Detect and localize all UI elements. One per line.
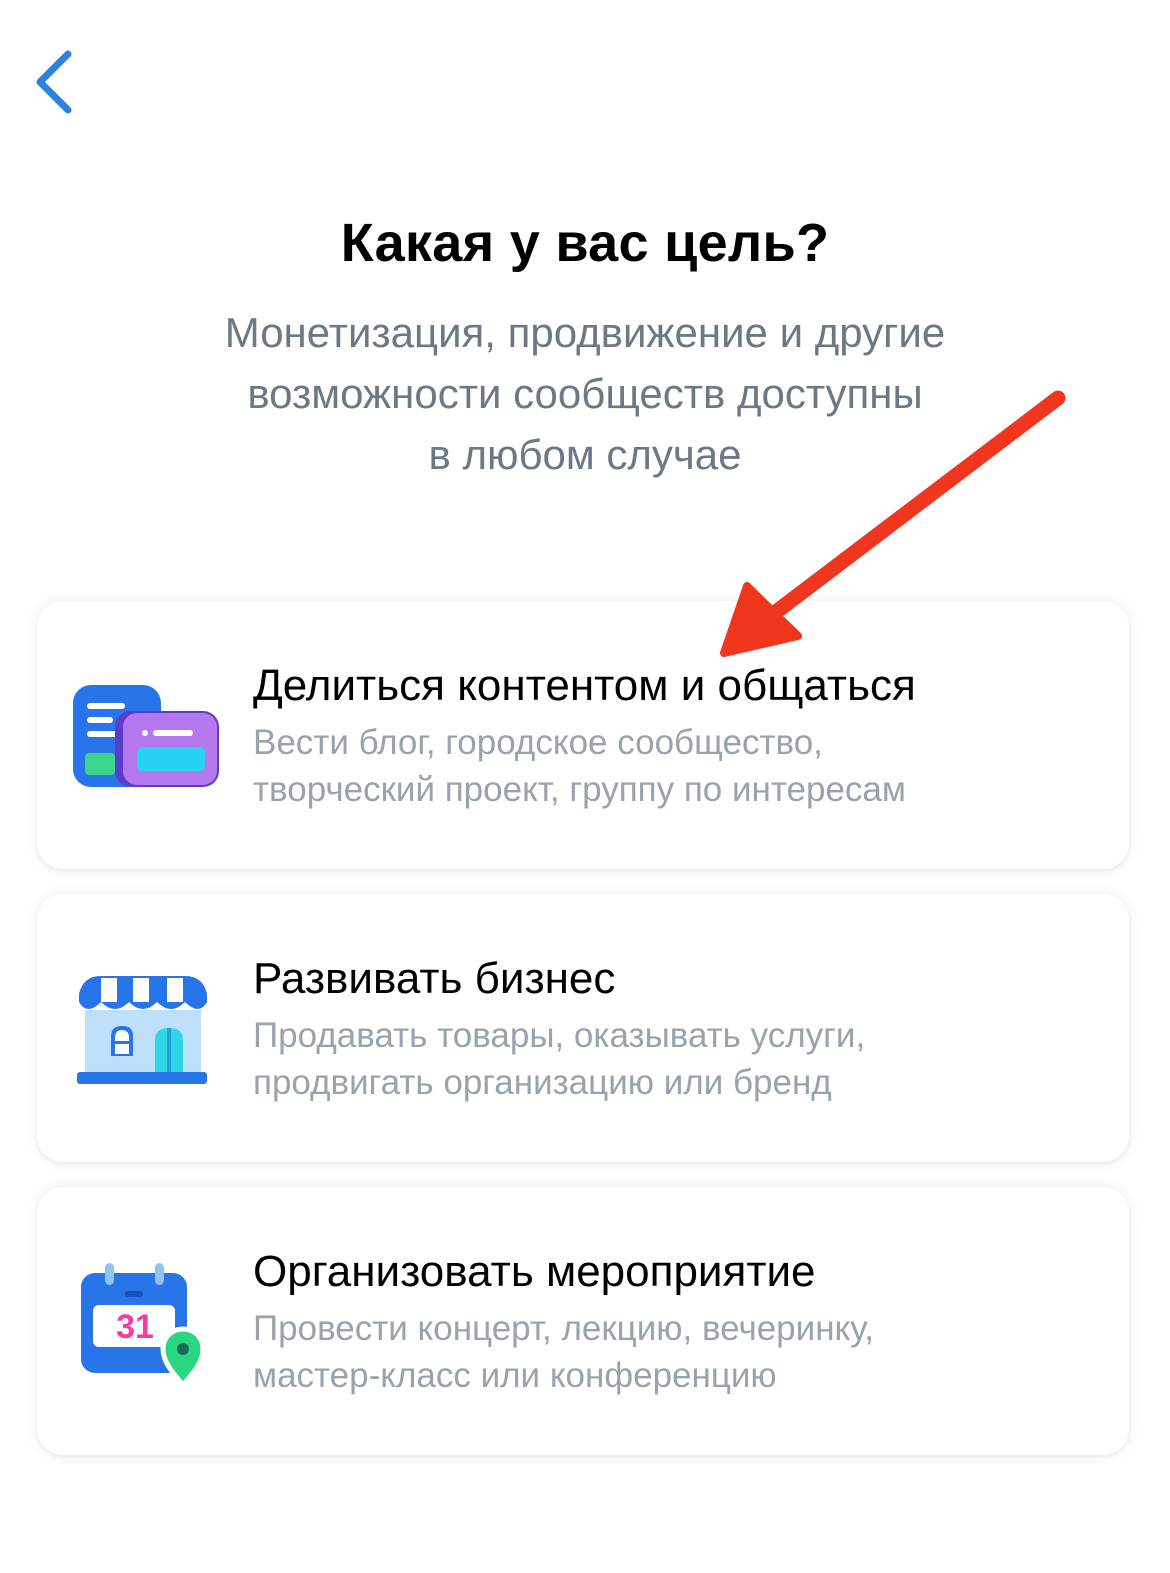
subtitle-line: Монетизация, продвижение и другие — [224, 309, 946, 356]
option-description-line: продвигать организацию или бренд — [253, 1063, 832, 1102]
option-description: Провести концерт, лекцию, вечеринку, мас… — [253, 1305, 874, 1399]
storefront-icon — [71, 964, 221, 1094]
option-description-line: Вести блог, городское сообщество, — [253, 723, 823, 762]
option-description-line: Продавать товары, оказывать услуги, — [253, 1016, 866, 1055]
option-card-business[interactable]: Развивать бизнес Продавать товары, оказы… — [37, 894, 1129, 1162]
content-share-icon — [71, 671, 221, 801]
option-title: Организовать мероприятие — [253, 1247, 816, 1296]
calendar-day: 31 — [116, 1308, 154, 1346]
option-description: Продавать товары, оказывать услуги, прод… — [253, 1012, 865, 1106]
option-description: Вести блог, городское сообщество, творче… — [253, 719, 906, 813]
option-card-event[interactable]: 31 Организовать мероприятие Провести кон… — [37, 1187, 1129, 1455]
subtitle-line: возможности сообществ доступны — [247, 370, 923, 417]
page-subtitle: Монетизация, продвижение и другие возмож… — [135, 302, 1035, 485]
subtitle-line: в любом случае — [428, 431, 742, 478]
option-title: Делиться контентом и общаться — [253, 661, 916, 710]
option-description-line: творческий проект, группу по интересам — [253, 770, 906, 809]
option-card-content[interactable]: Делиться контентом и общаться Вести блог… — [37, 601, 1129, 869]
calendar-event-icon: 31 — [71, 1257, 221, 1389]
option-description-line: мастер-класс или конференцию — [253, 1356, 777, 1395]
back-button[interactable] — [22, 42, 92, 122]
option-description-line: Провести концерт, лекцию, вечеринку, — [253, 1309, 874, 1348]
page-title: Какая у вас цель? — [340, 213, 830, 273]
option-title: Развивать бизнес — [253, 954, 616, 1003]
chevron-left-icon — [36, 50, 72, 114]
